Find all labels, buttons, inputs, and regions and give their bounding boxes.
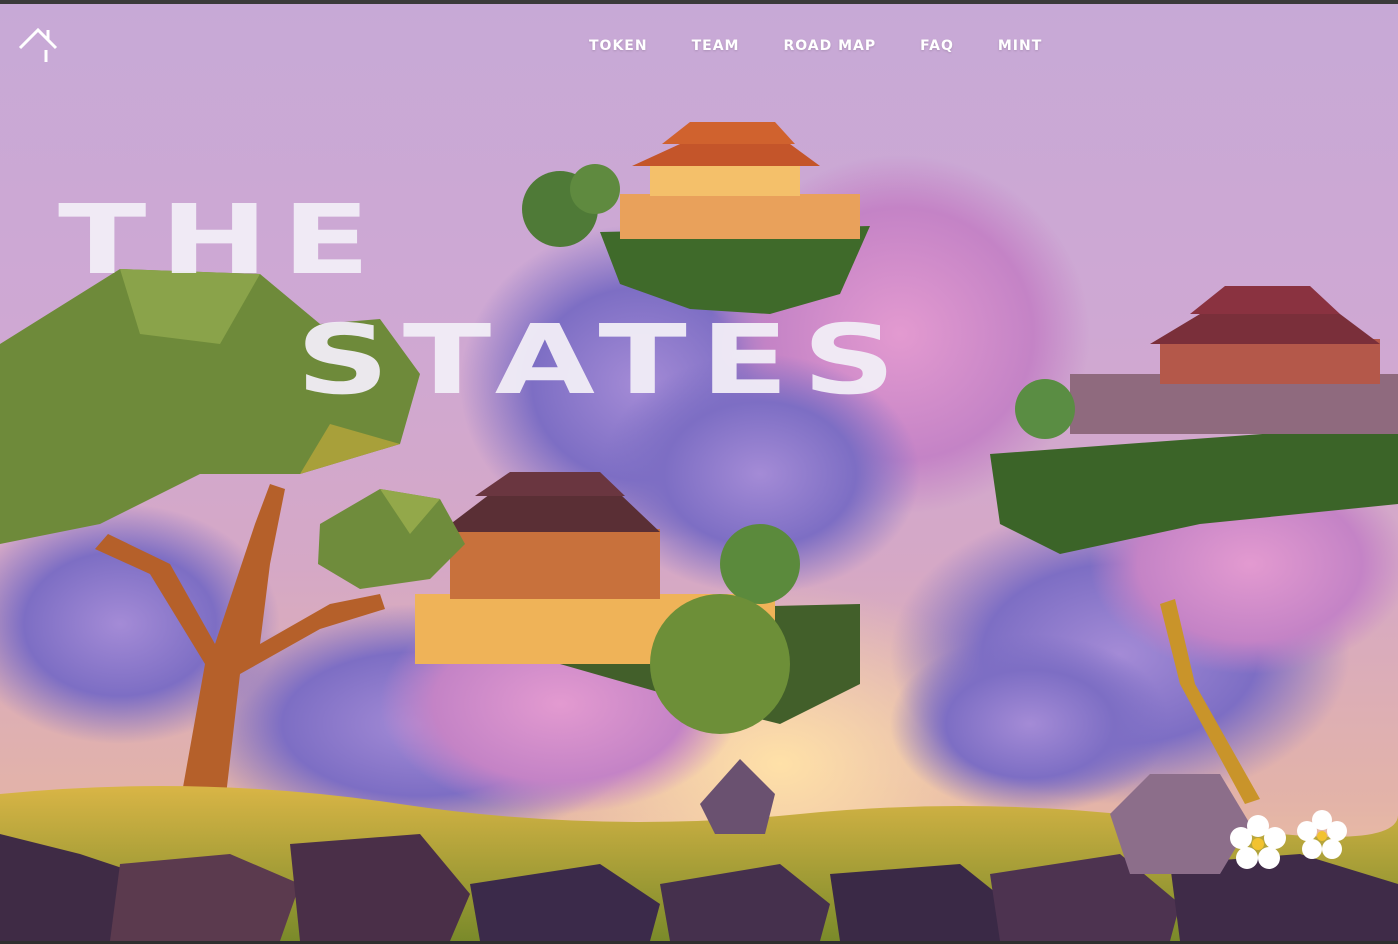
- hero-title-line-2: STATES: [296, 304, 910, 416]
- nav-link-road-map[interactable]: ROAD MAP: [783, 38, 876, 54]
- house-outline-icon: [18, 27, 58, 62]
- home-logo-button[interactable]: [18, 26, 58, 66]
- hero-scene: THE STATES TOKEN TEAM ROAD MAP FAQ MINT: [0, 4, 1398, 941]
- nav-link-faq[interactable]: FAQ: [920, 38, 954, 54]
- hero-background-illustration: [0, 122, 1398, 941]
- nav-link-mint[interactable]: MINT: [998, 38, 1042, 54]
- top-navigation: TOKEN TEAM ROAD MAP FAQ MINT: [589, 38, 1042, 54]
- nav-link-token[interactable]: TOKEN: [589, 38, 648, 54]
- nav-link-team[interactable]: TEAM: [692, 38, 740, 54]
- hero-title-line-1: THE: [58, 184, 384, 296]
